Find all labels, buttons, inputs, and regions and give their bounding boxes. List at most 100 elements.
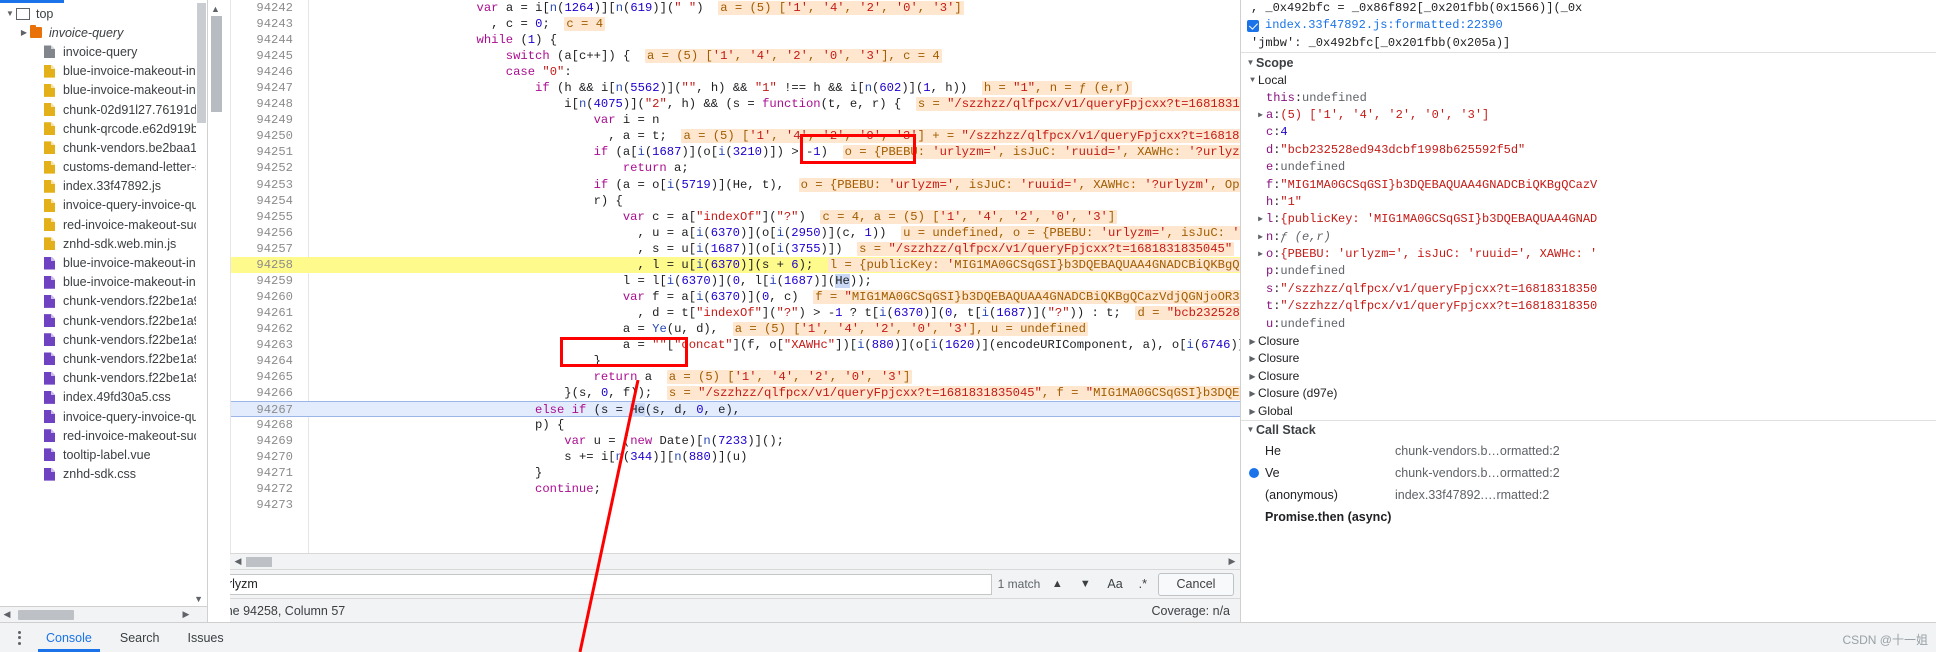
code-line[interactable]: 94255 var c = a["indexOf"]("?") c = 4, a…	[231, 209, 1240, 225]
drawer-tab-search[interactable]: Search	[106, 623, 174, 652]
breakpoint-row[interactable]: index.33f47892.js:formatted:22390	[1241, 17, 1936, 34]
code-content[interactable]: 94242 var a = i[n(1264)][n(619)](" ") a …	[230, 0, 1240, 553]
call-stack-row[interactable]: (anonymous) index.33f47892.…rmatted:2	[1241, 484, 1936, 506]
chevron-up-icon[interactable]: ▲	[1046, 574, 1068, 595]
scroll-left-icon[interactable]: ◀	[230, 556, 246, 567]
file-tree-item[interactable]: chunk-vendors.f22be1a9.cs	[0, 369, 207, 388]
code-line[interactable]: 94244 while (1) {	[231, 32, 1240, 48]
code-line[interactable]: 94270 s += i[n(344)][n(880)](u)	[231, 449, 1240, 465]
code-line[interactable]: 94259 l = l[i(6370)](0, l[i(1687)](He));	[231, 273, 1240, 289]
scope-variable-row[interactable]: ▶ o: {PBEBU: 'urlyzm=', isJuC: 'ruuid=', …	[1241, 246, 1936, 263]
scope-variable-row[interactable]: s: "/szzhzz/qlfpcx/v1/queryFpjcxx?t=1681…	[1241, 281, 1936, 298]
code-line[interactable]: 94246 case "0":	[231, 64, 1240, 80]
breakpoint-location-label[interactable]: index.33f47892.js:formatted:22390	[1265, 17, 1503, 34]
navigator-vertical-scrollbar[interactable]	[196, 3, 207, 503]
chevron-right-icon[interactable]: ▶	[1247, 403, 1258, 420]
chevron-down-icon[interactable]: ▼	[1074, 574, 1096, 595]
scope-variable-row[interactable]: ▶ a: (5) ['1', '4', '2', '0', '3']	[1241, 107, 1936, 124]
scope-closure-row[interactable]: ▶ Global	[1241, 403, 1936, 420]
file-tree-item[interactable]: index.49fd30a5.css	[0, 388, 207, 407]
code-line[interactable]: 94253 if (a = o[i(5719)](He, t), o = {PB…	[231, 177, 1240, 193]
scrollbar-thumb[interactable]	[18, 609, 74, 620]
scope-local-header[interactable]: ▼ Local	[1241, 72, 1936, 89]
code-line[interactable]: 94243 , c = 0; c = 4	[231, 16, 1240, 32]
file-tree-item[interactable]: tooltip-label.vue	[0, 445, 207, 464]
code-line[interactable]: 94249 var i = n	[231, 112, 1240, 128]
scope-closure-row[interactable]: ▶ Closure (d97e)	[1241, 385, 1936, 402]
scope-closure-row[interactable]: ▶ Closure	[1241, 333, 1936, 350]
file-tree-item[interactable]: ▼ top	[0, 4, 207, 23]
file-tree-item[interactable]: znhd-sdk.css	[0, 465, 207, 484]
file-tree-item[interactable]: ▶ invoice-query	[0, 23, 207, 42]
scope-variable-row[interactable]: p: undefined	[1241, 263, 1936, 280]
scope-variable-row[interactable]: c: 4	[1241, 124, 1936, 141]
file-tree-item[interactable]: znhd-sdk.web.min.js	[0, 234, 207, 253]
code-line[interactable]: 94260 var f = a[i(6370)](0, c) f = "MIG1…	[231, 289, 1240, 305]
scroll-left-icon[interactable]: ◀	[0, 609, 14, 620]
file-tree-item[interactable]: chunk-vendors.f22be1a9-1.	[0, 292, 207, 311]
chevron-right-icon[interactable]: ▶	[1247, 385, 1258, 402]
scrollbar-thumb[interactable]	[197, 3, 206, 123]
code-line[interactable]: 94256 , u = a[i(6370)](o[i(2950)](c, 1))…	[231, 225, 1240, 241]
scroll-down-icon[interactable]: ▼	[194, 594, 203, 604]
code-line[interactable]: 94268 p) {	[231, 417, 1240, 433]
chevron-right-icon[interactable]: ▶	[1247, 368, 1258, 385]
navigator-horizontal-scrollbar[interactable]: ◀ ▶	[0, 606, 207, 622]
editor-vertical-scrollbar[interactable]: ▲	[208, 0, 230, 622]
code-line[interactable]: 94272 continue;	[231, 481, 1240, 497]
scope-variable-row[interactable]: this: undefined	[1241, 90, 1936, 107]
chevron-right-icon[interactable]: ▶	[1247, 350, 1258, 367]
scope-variable-row[interactable]: d: "bcb232528ed943dcbf1998b625592f5d"	[1241, 142, 1936, 159]
code-line[interactable]: 94265 return a a = (5) ['1', '4', '2', '…	[231, 369, 1240, 385]
regex-button[interactable]: .*	[1134, 574, 1152, 595]
code-line[interactable]: 94269 var u = (new Date)[n(7233)]();	[231, 433, 1240, 449]
scroll-right-icon[interactable]: ▶	[179, 609, 193, 620]
chevron-right-icon[interactable]: ▶	[18, 28, 30, 37]
chevron-down-icon[interactable]: ▼	[1245, 420, 1256, 440]
code-line[interactable]: 94261 , d = t["indexOf"]("?") > -1 ? t[i…	[231, 305, 1240, 321]
code-line[interactable]: 94258 , l = u[i(6370)](s + 6); l = {publ…	[231, 256, 1240, 273]
file-tree-item[interactable]: chunk-vendors.f22be1a9-3.	[0, 330, 207, 349]
scroll-right-icon[interactable]: ▶	[1224, 556, 1240, 567]
file-tree-item[interactable]: chunk-vendors.f22be1a9-2.	[0, 311, 207, 330]
scope-variable-row[interactable]: u: undefined	[1241, 316, 1936, 333]
file-tree-item[interactable]: blue-invoice-makeout-inde	[0, 81, 207, 100]
code-line[interactable]: 94250 , a = t; a = (5) ['1', '4', '2', '…	[231, 128, 1240, 144]
chevron-down-icon[interactable]: ▼	[4, 9, 16, 18]
chevron-down-icon[interactable]: ▼	[1245, 53, 1256, 73]
file-tree-item[interactable]: blue-invoice-makeout-inde	[0, 253, 207, 272]
file-tree-item[interactable]: chunk-vendors.f22be1a9-4.	[0, 349, 207, 368]
code-line[interactable]: 94273	[231, 497, 1240, 513]
code-line[interactable]: 94266 }(s, 0, f)); s = "/szzhzz/qlfpcx/v…	[231, 385, 1240, 401]
file-tree-item[interactable]: invoice-query-invoice-quer	[0, 407, 207, 426]
code-line[interactable]: 94262 a = Ye(u, d), a = (5) ['1', '4', '…	[231, 321, 1240, 337]
file-tree-item[interactable]: customs-demand-letter-ser	[0, 158, 207, 177]
scope-variable-row[interactable]: ▶ l: {publicKey: 'MIG1MA0GCSqGSI}b3DQEBAQ…	[1241, 211, 1936, 228]
code-line[interactable]: 94263 a = ""["concat"](f, o["XAWHc"])[i(…	[231, 337, 1240, 353]
file-tree-item[interactable]: chunk-02d91l27.76191dfd.j	[0, 100, 207, 119]
code-line[interactable]: 94251 if (a[i(1687)](o[i(3210)]) > -1) o…	[231, 144, 1240, 160]
chevron-right-icon[interactable]: ▶	[1255, 107, 1266, 124]
call-stack-row[interactable]: Ve chunk-vendors.b…ormatted:2	[1241, 462, 1936, 484]
code-line[interactable]: 94264 }	[231, 353, 1240, 369]
file-tree-item[interactable]: blue-invoice-makeout-inde	[0, 273, 207, 292]
file-tree-item[interactable]: blue-invoice-makeout-inde	[0, 62, 207, 81]
code-line[interactable]: 94254 r) {	[231, 193, 1240, 209]
scrollbar-thumb[interactable]	[211, 16, 222, 112]
chevron-right-icon[interactable]: ▶	[1255, 229, 1266, 246]
file-tree-item[interactable]: invoice-query-invoice-quer	[0, 196, 207, 215]
code-line[interactable]: 94252 return a;	[231, 160, 1240, 176]
chevron-right-icon[interactable]: ▶	[1247, 333, 1258, 350]
scrollbar-thumb[interactable]	[246, 556, 272, 567]
drawer-tab-console[interactable]: Console	[32, 623, 106, 652]
scope-variable-row[interactable]: ▶ n: ƒ (e,r)	[1241, 229, 1936, 246]
code-line[interactable]: 94242 var a = i[n(1264)][n(619)](" ") a …	[231, 0, 1240, 16]
file-tree-item[interactable]: index.33f47892.js	[0, 177, 207, 196]
drawer-tab-issues[interactable]: Issues	[173, 623, 237, 652]
scope-closure-row[interactable]: ▶ Closure	[1241, 350, 1936, 367]
call-stack-row[interactable]: He chunk-vendors.b…ormatted:2	[1241, 440, 1936, 462]
scope-closure-row[interactable]: ▶ Closure	[1241, 368, 1936, 385]
file-tree-item[interactable]: invoice-query	[0, 42, 207, 61]
code-line[interactable]: 94245 switch (a[c++]) { a = (5) ['1', '4…	[231, 48, 1240, 64]
more-options-icon[interactable]	[6, 623, 32, 652]
